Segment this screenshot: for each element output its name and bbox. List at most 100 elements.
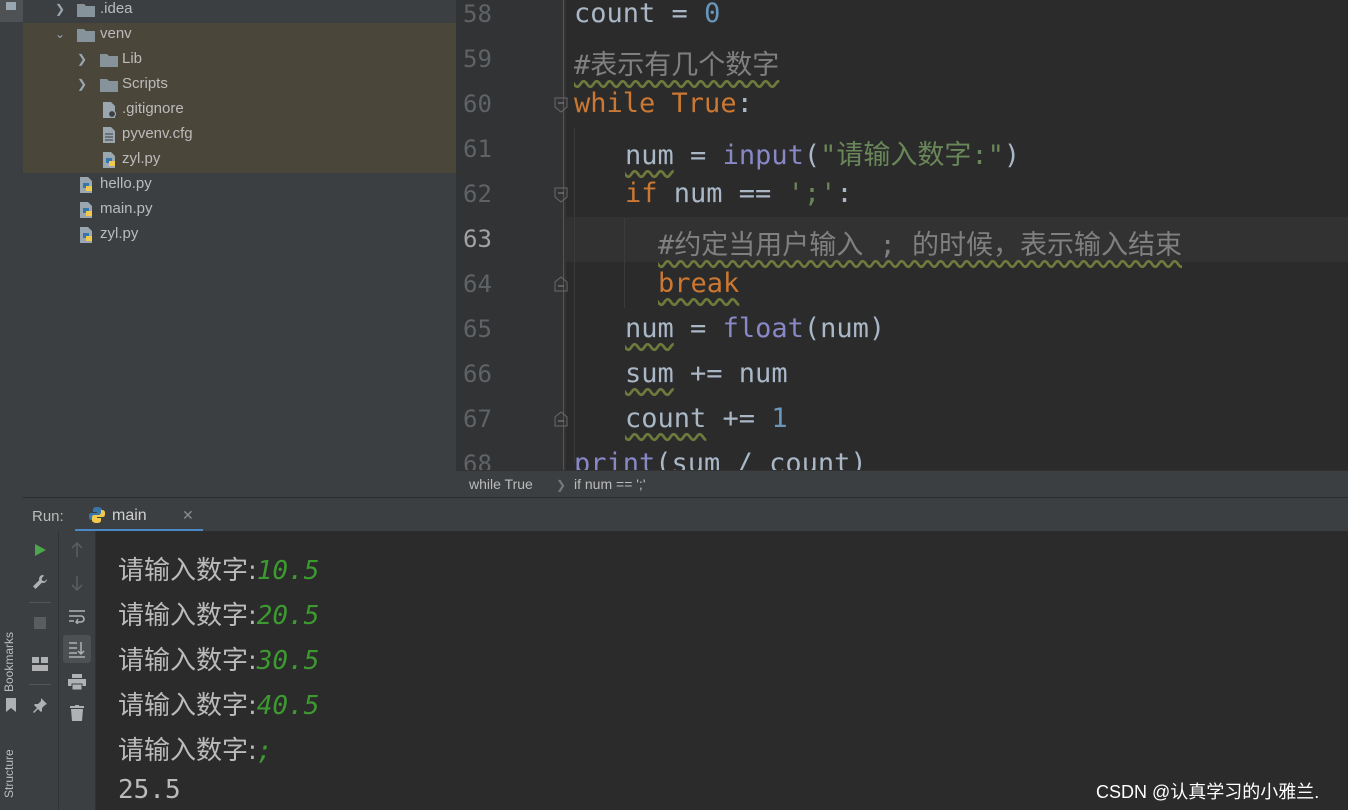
line-number: 66	[463, 360, 492, 388]
code-token: while	[574, 88, 656, 119]
scroll-down-button[interactable]	[65, 571, 89, 595]
print-icon	[68, 674, 86, 690]
stop-icon	[34, 617, 46, 629]
tree-item-zyl[interactable]: zyl.py	[23, 223, 456, 248]
code-line-59: #表示有几个数字	[574, 50, 780, 81]
breadcrumb-item[interactable]: if num == ';'	[574, 476, 646, 492]
scroll-up-button[interactable]	[65, 538, 89, 562]
run-tab-label: main	[112, 507, 147, 524]
console-input: 40.5	[256, 691, 320, 721]
code-token: float	[722, 313, 804, 344]
bookmarks-tab[interactable]: Bookmarks	[2, 632, 16, 692]
scroll-to-end-button[interactable]	[63, 635, 91, 663]
fold-end-icon[interactable]	[553, 411, 569, 427]
code-editor[interactable]: 58 59 60 61 62 63 64 65 66 67 68 count =…	[456, 0, 1348, 470]
code-line-65: num = float(num)	[625, 313, 885, 344]
code-token: =	[673, 140, 723, 171]
code-token: (	[803, 140, 821, 171]
tree-item-pyvenv[interactable]: pyvenv.cfg	[23, 123, 456, 148]
pin-tab-button[interactable]	[28, 693, 52, 717]
run-panel-header: Run: main ✕	[23, 497, 1348, 533]
breadcrumb: while True ❯ if num == ';'	[456, 470, 1348, 498]
project-tool-tab[interactable]	[0, 0, 23, 22]
code-token: ';'	[787, 178, 837, 209]
modify-config-button[interactable]	[28, 570, 52, 594]
tree-item-lib[interactable]: ❯ Lib	[23, 48, 456, 73]
arrow-down-icon	[71, 576, 83, 591]
code-token: += num	[673, 358, 788, 389]
python-file-icon	[80, 177, 92, 193]
tree-item-label: zyl.py	[122, 150, 161, 167]
console-output[interactable]: 请输入数字:10.5 请输入数字:20.5 请输入数字:30.5 请输入数字:4…	[96, 531, 1348, 810]
structure-tab[interactable]: Structure	[2, 749, 16, 798]
run-tab-main[interactable]: main ✕	[75, 498, 203, 532]
tree-item-label: zyl.py	[100, 225, 139, 242]
line-number: 59	[463, 45, 492, 73]
line-number: 58	[463, 0, 492, 28]
bookmark-icon	[6, 698, 16, 712]
arrow-up-icon	[71, 542, 83, 557]
layout-icon	[32, 657, 48, 671]
toolbar-separator	[29, 684, 51, 685]
tree-item-label: .idea	[100, 0, 133, 17]
line-number: 60	[463, 90, 492, 118]
python-file-icon	[80, 202, 92, 218]
stop-button[interactable]	[28, 611, 52, 635]
chevron-right-icon[interactable]: ❯	[55, 2, 67, 16]
code-token: num	[625, 313, 674, 344]
fold-collapse-icon[interactable]	[553, 187, 569, 203]
line-number: 64	[463, 270, 492, 298]
clear-all-button[interactable]	[65, 701, 89, 725]
code-line-66: sum += num	[625, 358, 788, 389]
code-token: num	[625, 140, 674, 171]
console-prompt: 请输入数字:	[118, 691, 257, 721]
code-token: print	[574, 448, 656, 470]
python-file-icon	[80, 227, 92, 243]
tree-item-gitignore[interactable]: .gitignore	[23, 98, 456, 123]
console-input: 10.5	[256, 556, 320, 586]
console-line: 请输入数字:10.5	[118, 550, 319, 587]
python-file-icon	[103, 152, 115, 168]
tree-item-main[interactable]: main.py	[23, 198, 456, 223]
layout-button[interactable]	[28, 652, 52, 676]
code-line-58: count = 0	[574, 0, 720, 29]
chevron-right-icon[interactable]: ❯	[77, 77, 89, 91]
tree-item-venv-zyl[interactable]: zyl.py	[23, 148, 456, 173]
play-icon	[35, 544, 46, 556]
console-input: 20.5	[256, 601, 320, 631]
chevron-right-icon: ❯	[556, 478, 567, 492]
tree-item-hello[interactable]: hello.py	[23, 173, 456, 198]
tree-item-venv[interactable]: ⌄ venv	[23, 23, 456, 48]
console-line: 请输入数字:40.5	[118, 685, 319, 722]
soft-wrap-button[interactable]	[65, 604, 89, 628]
folder-icon	[100, 79, 118, 92]
code-token: )	[1003, 140, 1021, 171]
line-number-current: 63	[463, 225, 492, 253]
code-token: True	[671, 88, 737, 119]
console-input: ;	[256, 736, 273, 766]
code-token: (num)	[803, 313, 886, 344]
code-token: +=	[706, 403, 772, 434]
breadcrumb-item[interactable]: while True	[469, 476, 533, 492]
chevron-down-icon[interactable]: ⌄	[55, 27, 67, 41]
watermark: CSDN @认真学习的小雅兰.	[1096, 782, 1320, 802]
rerun-button[interactable]	[28, 538, 52, 562]
console-line: 请输入数字:20.5	[118, 595, 319, 632]
fold-end-icon[interactable]	[553, 276, 569, 292]
tree-item-scripts[interactable]: ❯ Scripts	[23, 73, 456, 98]
code-token: if	[625, 178, 658, 209]
soft-wrap-icon	[69, 610, 85, 624]
console-prompt: 请输入数字:	[118, 556, 257, 586]
tree-item-idea[interactable]: ❯ .idea	[23, 0, 456, 23]
close-icon[interactable]: ✕	[182, 507, 194, 524]
code-token: :	[836, 178, 853, 209]
code-token: =	[655, 0, 705, 29]
trash-icon	[70, 705, 84, 721]
code-token: sum	[625, 358, 674, 389]
chevron-right-icon[interactable]: ❯	[77, 52, 89, 66]
ignore-file-icon	[103, 102, 117, 118]
print-button[interactable]	[65, 670, 89, 694]
line-number: 65	[463, 315, 492, 343]
fold-collapse-icon[interactable]	[553, 97, 569, 113]
